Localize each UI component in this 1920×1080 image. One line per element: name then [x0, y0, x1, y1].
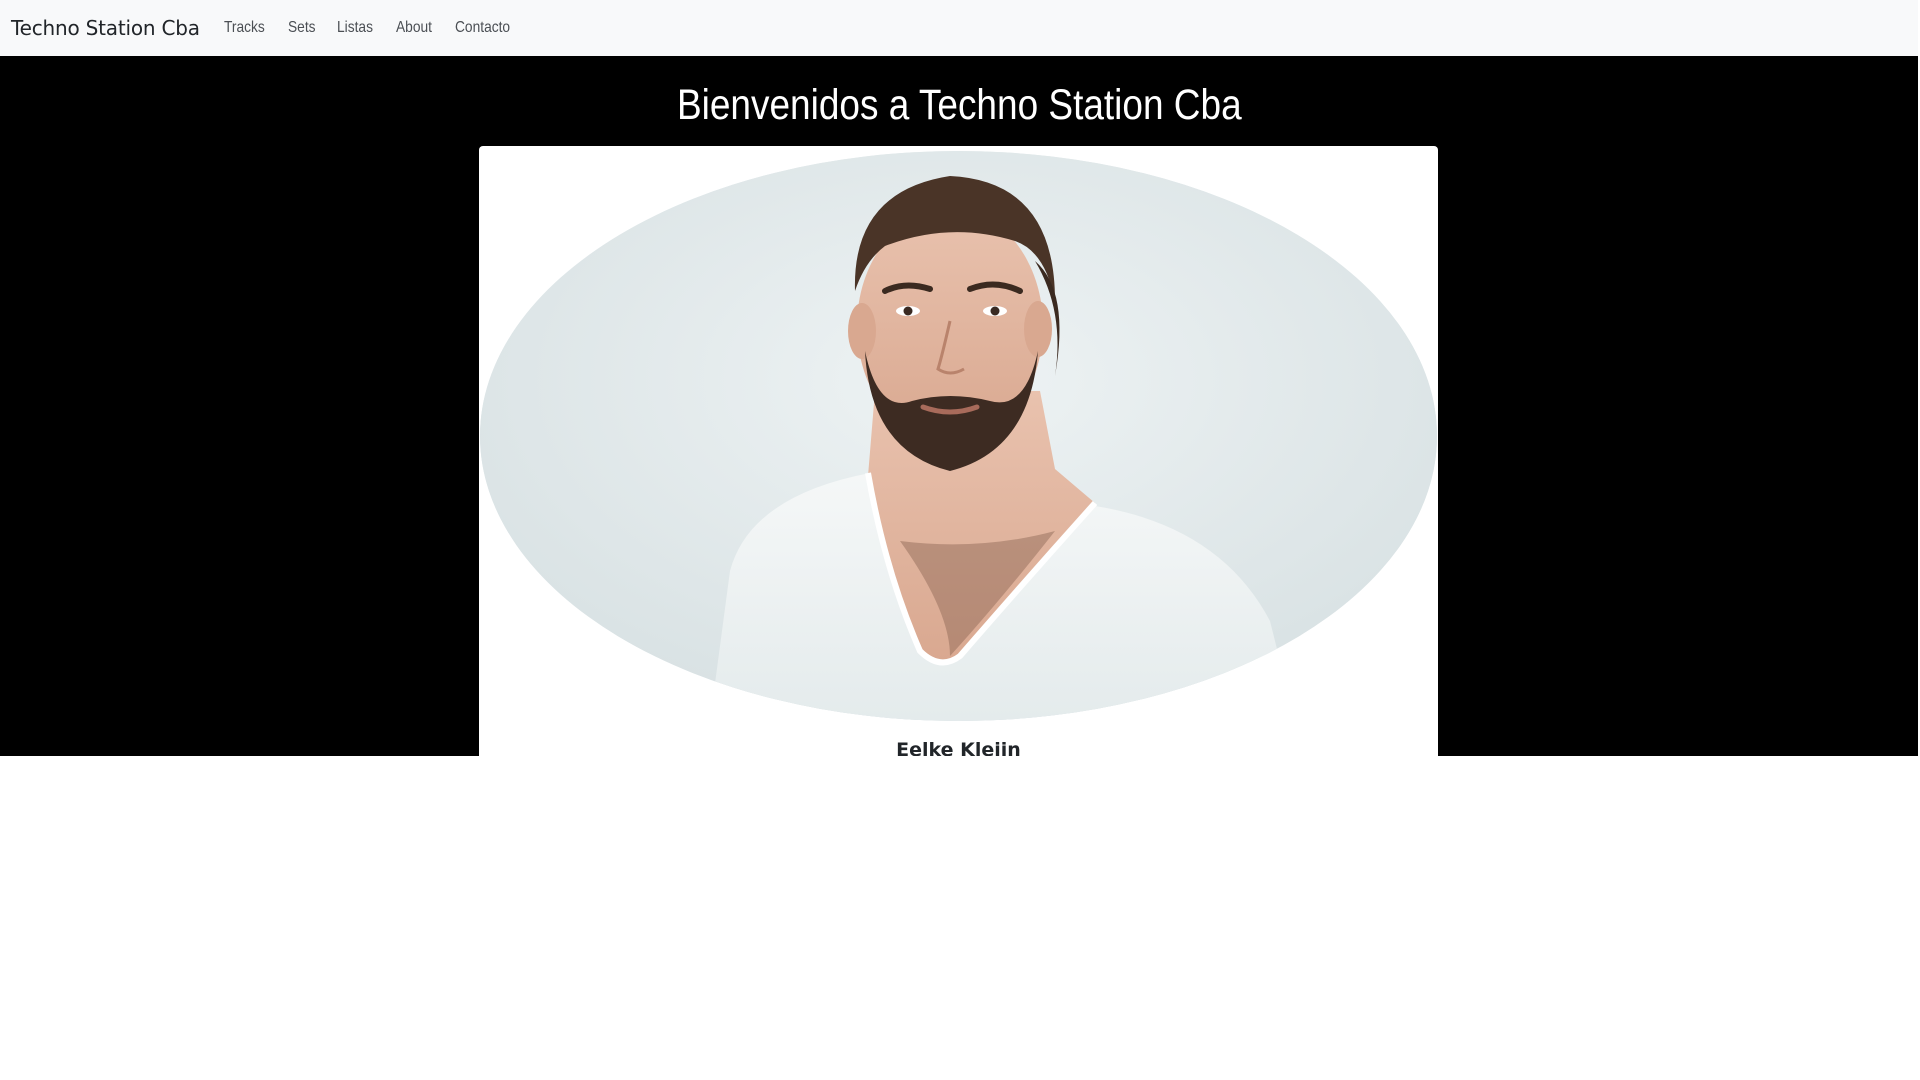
nav-link-listas[interactable]: Listas — [337, 19, 373, 37]
nav-links: Tracks Sets Listas About Contacto — [224, 19, 536, 37]
artist-portrait-illustration — [480, 151, 1437, 721]
nav-link-about[interactable]: About — [396, 19, 432, 37]
hero-title-text: Bienvenidos a Techno Station Cba — [676, 81, 1242, 129]
nav-link-tracks[interactable]: Tracks — [224, 19, 265, 37]
artist-card: Eelke Kleijn — [479, 146, 1438, 756]
top-navbar: Techno Station Cba Tracks Sets Listas Ab… — [0, 0, 1918, 56]
nav-link-sets[interactable]: Sets — [288, 19, 316, 37]
nav-link-contacto[interactable]: Contacto — [455, 19, 510, 37]
artist-name: Eelke Kleijn — [896, 739, 1021, 756]
artist-photo — [480, 151, 1437, 721]
hero-title: Bienvenidos a Techno Station Cba — [0, 70, 1918, 140]
navbar-brand[interactable]: Techno Station Cba — [11, 16, 200, 40]
